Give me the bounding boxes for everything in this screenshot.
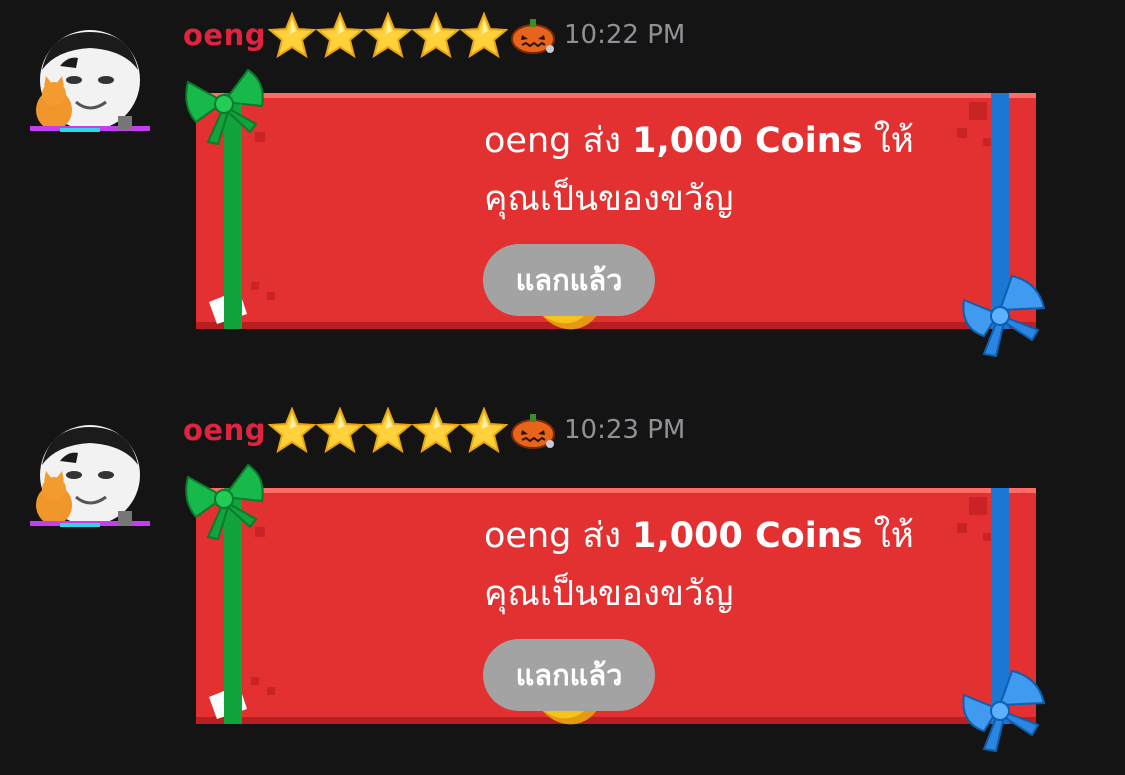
star-icon	[364, 12, 412, 58]
gift-card[interactable]: P oeng ส่ง 1,000 Coins ให้ คุณเป็นของขวั…	[195, 92, 1037, 330]
gift-sender: oeng	[484, 516, 572, 556]
badge-row	[268, 12, 556, 58]
gift-sender: oeng	[484, 121, 572, 161]
username[interactable]: oeng	[183, 413, 266, 447]
gift-message: oeng ส่ง 1,000 Coins ให้ คุณเป็นของขวัญ	[484, 112, 954, 228]
star-icon	[412, 407, 460, 453]
chat-message: oeng 10:22 PM oeng ส่ง 1,000 Coins ให้ ค…	[0, 0, 1125, 380]
gift-amount: 1,000 Coins	[632, 516, 863, 556]
timestamp: 10:22 PM	[564, 20, 686, 50]
blue-bow-icon	[962, 274, 1046, 358]
message-header: oeng 10:22 PM	[183, 10, 685, 60]
star-icon	[412, 12, 460, 58]
message-header: oeng 10:23 PM	[183, 405, 685, 455]
blue-bow-icon	[962, 669, 1046, 753]
gift-message: oeng ส่ง 1,000 Coins ให้ คุณเป็นของขวัญ	[484, 507, 954, 623]
green-bow-icon	[185, 463, 264, 541]
gift-verb: ส่ง	[582, 516, 621, 556]
star-icon	[316, 407, 364, 453]
gift-suffix: ให้	[873, 516, 914, 556]
gift-amount: 1,000 Coins	[632, 121, 863, 161]
star-icon	[268, 12, 316, 58]
pumpkin-icon	[511, 414, 555, 449]
avatar[interactable]	[20, 423, 160, 535]
gift-suffix: ให้	[873, 121, 914, 161]
redeemed-button[interactable]: แลกแล้ว	[483, 639, 655, 711]
gift-line2: คุณเป็นของขวัญ	[484, 574, 734, 614]
green-bow-icon	[185, 68, 264, 146]
badge-row	[268, 407, 556, 453]
pumpkin-icon	[511, 19, 555, 54]
star-icon	[460, 12, 508, 58]
chat-message: oeng 10:23 PM oeng ส่ง 1,000 Coins ให้ ค…	[0, 395, 1125, 775]
gift-verb: ส่ง	[582, 121, 621, 161]
avatar[interactable]	[20, 28, 160, 140]
redeemed-button[interactable]: แลกแล้ว	[483, 244, 655, 316]
username[interactable]: oeng	[183, 18, 266, 52]
star-icon	[316, 12, 364, 58]
star-icon	[460, 407, 508, 453]
timestamp: 10:23 PM	[564, 415, 686, 445]
star-icon	[364, 407, 412, 453]
star-icon	[268, 407, 316, 453]
gift-card[interactable]: P oeng ส่ง 1,000 Coins ให้ คุณเป็นของขวั…	[195, 487, 1037, 725]
gift-line2: คุณเป็นของขวัญ	[484, 179, 734, 219]
